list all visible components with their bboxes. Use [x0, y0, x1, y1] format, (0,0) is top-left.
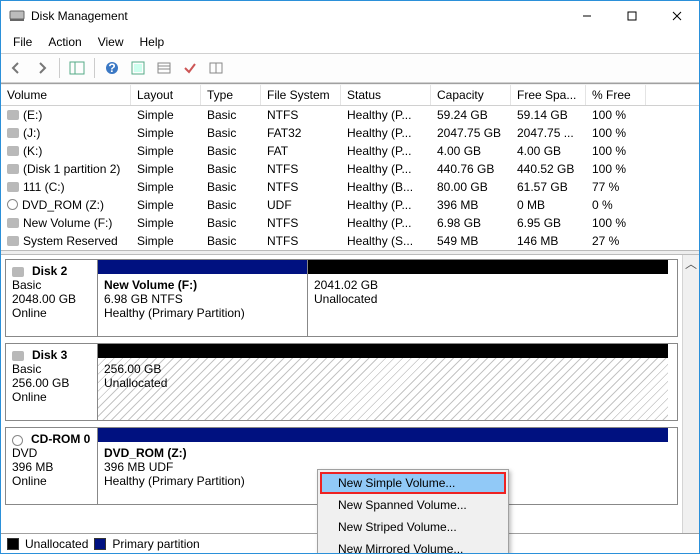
toolbar: ?	[1, 53, 699, 83]
table-row[interactable]: 111 (C:)SimpleBasicNTFSHealthy (B...80.0…	[1, 178, 699, 196]
partition[interactable]: New Volume (F:)6.98 GB NTFSHealthy (Prim…	[98, 260, 308, 336]
help-icon[interactable]: ?	[101, 57, 123, 79]
table-row[interactable]: (E:)SimpleBasicNTFSHealthy (P...59.24 GB…	[1, 106, 699, 124]
forward-button[interactable]	[31, 57, 53, 79]
partition-body: 256.00 GBUnallocated	[98, 358, 668, 420]
window-title: Disk Management	[31, 9, 564, 23]
table-row[interactable]: New Volume (F:)SimpleBasicNTFSHealthy (P…	[1, 214, 699, 232]
ctx-new-striped-volume[interactable]: New Striped Volume...	[320, 516, 506, 538]
menubar: File Action View Help	[1, 31, 699, 53]
disk-icon	[7, 182, 19, 192]
svg-text:?: ?	[108, 61, 115, 75]
refresh-icon[interactable]	[127, 57, 149, 79]
menu-help[interactable]: Help	[132, 33, 173, 51]
table-row[interactable]: (Disk 1 partition 2)SimpleBasicNTFSHealt…	[1, 160, 699, 178]
disk-label[interactable]: Disk 3Basic256.00 GBOnline	[6, 344, 98, 420]
table-row[interactable]: System ReservedSimpleBasicNTFSHealthy (S…	[1, 232, 699, 250]
partition-body: New Volume (F:)6.98 GB NTFSHealthy (Prim…	[98, 274, 307, 336]
disk-icon	[7, 218, 19, 228]
settings-icon[interactable]	[205, 57, 227, 79]
disk-label[interactable]: CD-ROM 0DVD396 MBOnline	[6, 428, 98, 504]
close-button[interactable]	[654, 1, 699, 31]
disk-icon	[7, 128, 19, 138]
ctx-new-spanned-volume[interactable]: New Spanned Volume...	[320, 494, 506, 516]
minimize-button[interactable]	[564, 1, 609, 31]
disk-management-window: Disk Management File Action View Help ? …	[0, 0, 700, 554]
toolbar-separator	[59, 58, 60, 78]
col-capacity[interactable]: Capacity	[431, 85, 511, 105]
table-row[interactable]: (J:)SimpleBasicFAT32Healthy (P...2047.75…	[1, 124, 699, 142]
disk-icon	[7, 146, 19, 156]
dvd-icon	[7, 199, 18, 210]
dvd-icon	[12, 435, 23, 446]
legend-primary-swatch	[94, 538, 106, 550]
disk-icon	[12, 267, 24, 277]
col-filesystem[interactable]: File System	[261, 85, 341, 105]
col-volume[interactable]: Volume	[1, 85, 131, 105]
partition-stripe	[308, 260, 668, 274]
legend-unallocated-swatch	[7, 538, 19, 550]
disk-icon	[7, 164, 19, 174]
disk-row[interactable]: Disk 3Basic256.00 GBOnline256.00 GBUnall…	[5, 343, 678, 421]
partition-body: 2041.02 GBUnallocated	[308, 274, 668, 336]
toolbar-panes-icon[interactable]	[66, 57, 88, 79]
check-icon[interactable]	[179, 57, 201, 79]
disk-label[interactable]: Disk 2Basic2048.00 GBOnline	[6, 260, 98, 336]
context-menu: New Simple Volume... New Spanned Volume.…	[317, 469, 509, 553]
partition-stripe	[98, 428, 668, 442]
partition[interactable]: 256.00 GBUnallocated	[98, 344, 668, 420]
list-icon[interactable]	[153, 57, 175, 79]
volume-list[interactable]: Volume Layout Type File System Status Ca…	[1, 84, 699, 250]
table-row[interactable]: (K:)SimpleBasicFATHealthy (P...4.00 GB4.…	[1, 142, 699, 160]
legend-primary-label: Primary partition	[112, 537, 199, 551]
partition-stripe	[98, 260, 307, 274]
legend-unallocated-label: Unallocated	[25, 537, 88, 551]
disk-icon	[7, 110, 19, 120]
menu-file[interactable]: File	[5, 33, 40, 51]
scroll-up-icon[interactable]: ︿	[683, 255, 699, 272]
scrollbar-vertical[interactable]: ︿	[682, 255, 699, 533]
table-row[interactable]: DVD_ROM (Z:)SimpleBasicUDFHealthy (P...3…	[1, 196, 699, 214]
col-freespace[interactable]: Free Spa...	[511, 85, 586, 105]
col-pctfree[interactable]: % Free	[586, 85, 646, 105]
app-icon	[9, 8, 25, 24]
partition-stripe	[98, 344, 668, 358]
disk-icon	[12, 351, 24, 361]
col-status[interactable]: Status	[341, 85, 431, 105]
volume-list-header[interactable]: Volume Layout Type File System Status Ca…	[1, 84, 699, 106]
titlebar[interactable]: Disk Management	[1, 1, 699, 31]
content-area: Volume Layout Type File System Status Ca…	[1, 83, 699, 553]
col-type[interactable]: Type	[201, 85, 261, 105]
disk-row[interactable]: Disk 2Basic2048.00 GBOnlineNew Volume (F…	[5, 259, 678, 337]
menu-view[interactable]: View	[90, 33, 132, 51]
ctx-new-simple-volume[interactable]: New Simple Volume...	[320, 472, 506, 494]
partition[interactable]: 2041.02 GBUnallocated	[308, 260, 668, 336]
ctx-new-mirrored-volume[interactable]: New Mirrored Volume...	[320, 538, 506, 553]
maximize-button[interactable]	[609, 1, 654, 31]
disk-icon	[7, 236, 19, 246]
col-layout[interactable]: Layout	[131, 85, 201, 105]
back-button[interactable]	[5, 57, 27, 79]
toolbar-separator	[94, 58, 95, 78]
menu-action[interactable]: Action	[40, 33, 89, 51]
